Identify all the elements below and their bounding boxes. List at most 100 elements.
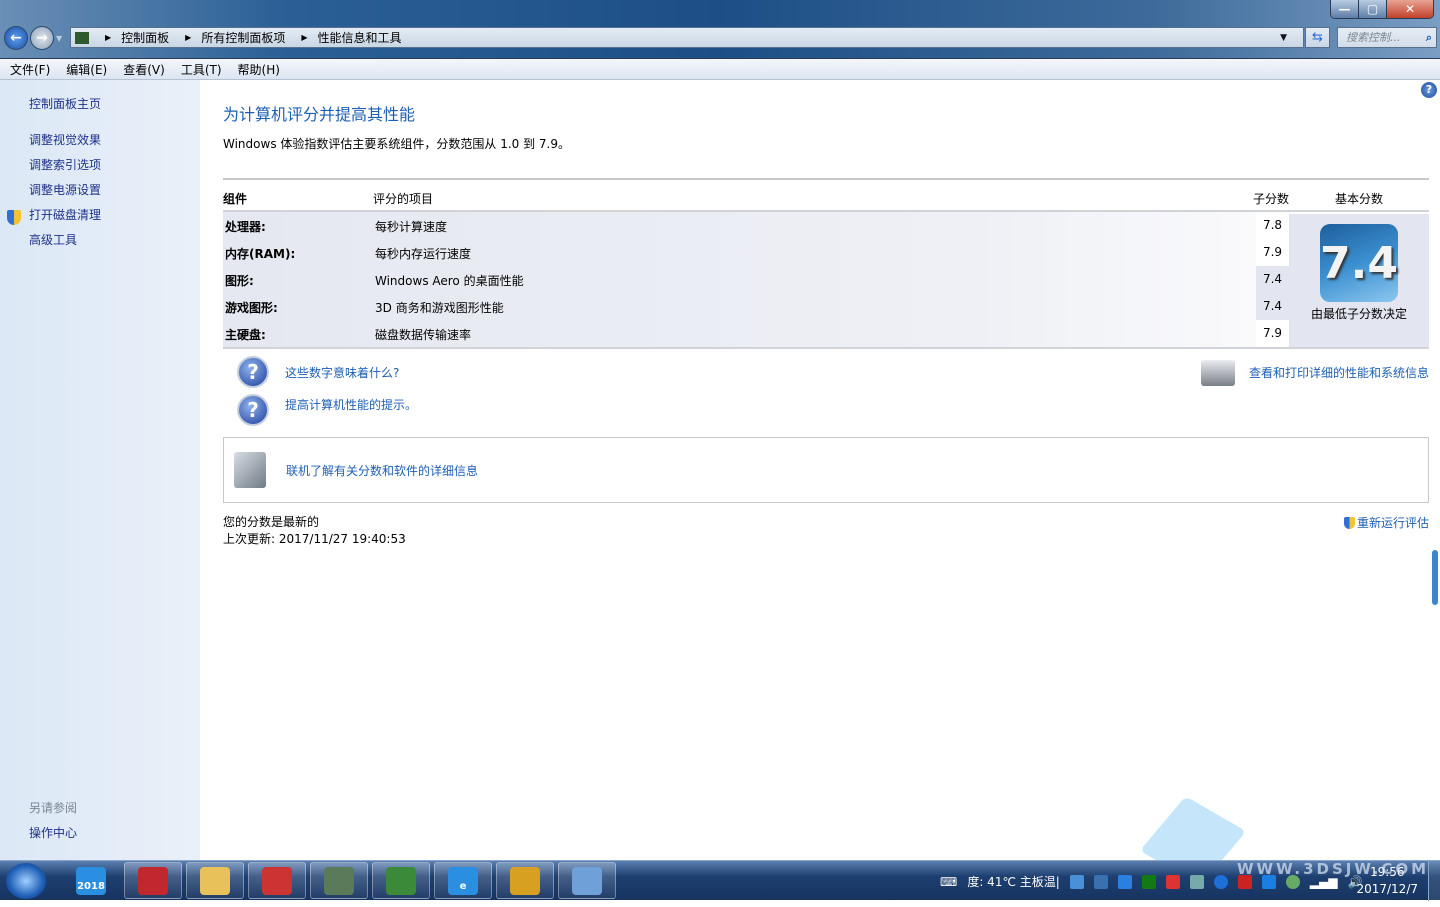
breadcrumb-performance[interactable]: 性能信息和工具 [318, 29, 402, 46]
history-dropdown-icon[interactable]: ▼ [56, 34, 62, 43]
usb-drive-icon[interactable] [1093, 874, 1108, 889]
rated-item: 每秒内存运行速度 [375, 247, 472, 261]
uac-shield-icon [1343, 517, 1355, 529]
performance-icon [75, 31, 89, 44]
main-content: ? 为计算机评分并提高其性能 Windows 体验指数评估主要系统组件，分数范围… [200, 80, 1440, 860]
performance-tips-link[interactable]: 提高计算机性能的提示。 [285, 396, 417, 413]
chevron-right-icon[interactable]: ▶ [105, 33, 111, 42]
sidebar-item-disk-cleanup[interactable]: 打开磁盘清理 [29, 206, 101, 223]
sidebar-item-visual-effects[interactable]: 调整视觉效果 [29, 131, 101, 148]
component-name: 游戏图形: [225, 301, 278, 315]
side-gadget-handle[interactable] [1432, 550, 1438, 605]
menu-help[interactable]: 帮助(H) [238, 61, 280, 78]
page-description: Windows 体验指数评估主要系统组件，分数范围从 1.0 到 7.9。 [223, 137, 570, 151]
print-details-link[interactable]: 查看和打印详细的性能和系统信息 [1249, 364, 1429, 381]
help-icon[interactable]: ? [1421, 82, 1437, 98]
rerun-label: 重新运行评估 [1356, 516, 1429, 530]
back-button[interactable]: ← [4, 26, 28, 50]
taskbar-winrar-icon[interactable] [372, 862, 430, 899]
taskbar-monitor-app-icon[interactable] [310, 862, 368, 899]
maximize-button[interactable]: ▢ [1359, 0, 1387, 18]
nav-buttons: ← → ▼ [4, 26, 62, 50]
question-icon: ? [237, 394, 269, 426]
sidebar-home[interactable]: 控制面板主页 [29, 95, 101, 112]
forward-button[interactable]: → [30, 26, 54, 50]
winrar-icon [386, 866, 416, 895]
base-score-cell: 7.4 由最低子分数决定 [1289, 214, 1429, 349]
menu-view[interactable]: 查看(V) [123, 61, 165, 78]
component-name: 处理器: [225, 220, 266, 234]
search-input[interactable]: 搜索控制... ⌕ [1337, 27, 1437, 48]
subscore: 7.4 [1256, 266, 1289, 293]
address-bar[interactable]: ▶ 控制面板 ▶ 所有控制面板项 ▶ 性能信息和工具 ▼ [70, 27, 1304, 48]
table-row: 图形: Windows Aero 的桌面性能 7.4 [223, 266, 1429, 293]
monitor-app-icon [324, 866, 354, 895]
tray-temperature[interactable]: 度: 41℃ 主板温| [967, 873, 1059, 890]
taskbar-ie-icon[interactable]: e [434, 862, 492, 899]
menu-file[interactable]: 文件(F) [10, 61, 50, 78]
online-info-box: 联机了解有关分数和软件的详细信息 [223, 437, 1429, 503]
table-row: 内存(RAM): 每秒内存运行速度 7.9 [223, 239, 1429, 266]
taskbar-explorer-icon[interactable] [186, 862, 244, 899]
divider [223, 347, 1429, 349]
clock-date: 2017/12/7 [1356, 882, 1418, 896]
breadcrumb-all-items[interactable]: 所有控制面板项 [201, 29, 285, 46]
minimize-button[interactable]: — [1331, 0, 1359, 18]
header-rated: 评分的项目 [373, 192, 434, 206]
software-box-icon [234, 452, 266, 488]
sidebar-item-indexing[interactable]: 调整索引选项 [29, 156, 101, 173]
taskbar-mastercam-icon[interactable] [124, 862, 182, 899]
sidebar-item-advanced-tools[interactable]: 高级工具 [29, 231, 77, 248]
app-tray-icon[interactable] [1189, 874, 1204, 889]
sidebar-item-action-center[interactable]: 操作中心 [29, 824, 77, 841]
base-score-caption: 由最低子分数决定 [1310, 307, 1407, 321]
sidebar-item-power[interactable]: 调整电源设置 [29, 181, 101, 198]
page-title: 为计算机评分并提高其性能 [223, 105, 416, 124]
title-bar: — ▢ ✕ ← → ▼ ▶ 控制面板 ▶ 所有控制面板项 ▶ 性能信息和工具 ▼… [0, 0, 1440, 58]
chevron-right-icon[interactable]: ▶ [185, 33, 191, 42]
menu-edit[interactable]: 编辑(E) [66, 61, 107, 78]
what-scores-mean-link[interactable]: 这些数字意味着什么? [285, 364, 399, 381]
header-base: 基本分数 [1335, 192, 1384, 206]
printer-icon [1201, 360, 1235, 386]
start-button[interactable] [6, 863, 46, 899]
app-icon [510, 866, 540, 895]
show-desktop-button[interactable] [1428, 861, 1440, 901]
status-info: 您的分数是最新的 上次更新: 2017/11/27 19:40:53 [223, 514, 406, 548]
app-tray-icon[interactable] [1165, 874, 1180, 889]
taskbar-app-icon[interactable] [248, 862, 306, 899]
search-icon[interactable]: ⌕ [1426, 28, 1432, 47]
close-button[interactable]: ✕ [1387, 0, 1433, 18]
security-shield-icon[interactable] [1117, 874, 1132, 889]
subscore: 7.9 [1256, 320, 1289, 347]
subscore: 7.9 [1256, 239, 1289, 266]
taskbar-ie-icon[interactable]: 2018 [62, 862, 120, 899]
usb-icon[interactable] [1069, 874, 1084, 889]
taskbar-control-panel-icon[interactable] [558, 862, 616, 899]
status-text: 您的分数是最新的 [223, 515, 320, 529]
keyboard-icon[interactable]: ⌨ [940, 875, 957, 889]
taskbar-app-icon[interactable] [496, 862, 554, 899]
chevron-right-icon[interactable]: ▶ [301, 33, 307, 42]
ie-icon: e [448, 866, 478, 895]
see-also-heading: 另请参阅 [29, 801, 78, 815]
table-row: 游戏图形: 3D 商务和游戏图形性能 7.4 [223, 293, 1429, 320]
uac-shield-icon [7, 210, 21, 225]
breadcrumb-control-panel[interactable]: 控制面板 [121, 29, 169, 46]
subscore: 7.8 [1256, 212, 1289, 239]
rerun-assessment-link[interactable]: 重新运行评估 [1343, 514, 1429, 531]
rated-item: 每秒计算速度 [375, 220, 448, 234]
monitor-icon[interactable] [1141, 874, 1156, 889]
online-info-link[interactable]: 联机了解有关分数和软件的详细信息 [286, 462, 478, 479]
component-name: 主硬盘: [225, 328, 266, 342]
subscore: 7.4 [1256, 293, 1289, 320]
search-placeholder: 搜索控制... [1346, 31, 1401, 44]
refresh-button[interactable]: ⇆ [1305, 27, 1330, 48]
rated-item: 磁盘数据传输速率 [375, 328, 472, 342]
settings-icon[interactable] [1213, 874, 1228, 889]
address-dropdown-icon[interactable]: ▼ [1280, 33, 1287, 43]
component-name: 内存(RAM): [225, 247, 296, 261]
watermark: WWW.3DSJW.COM [1237, 860, 1430, 878]
base-score-badge: 7.4 [1320, 224, 1398, 302]
menu-tools[interactable]: 工具(T) [181, 61, 222, 78]
